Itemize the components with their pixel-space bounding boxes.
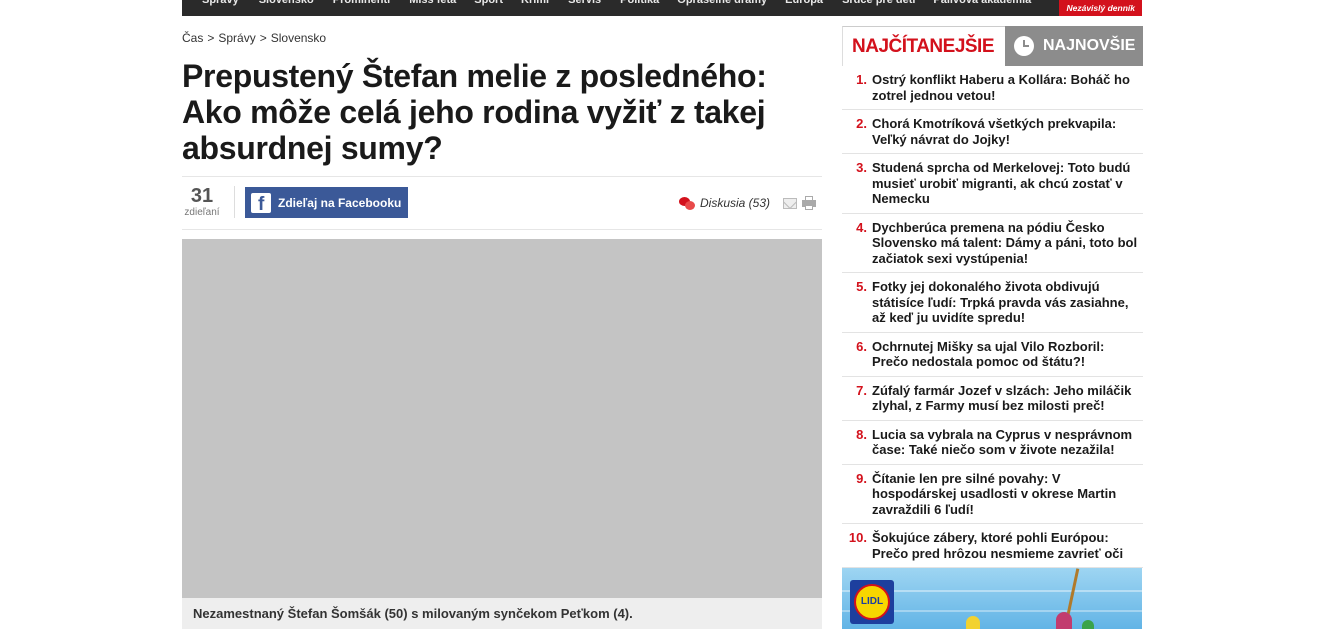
- sidebar: NAJČÍTANEJŠIE NAJNOVŠIE 1. Ostrý konflikt…: [842, 26, 1143, 568]
- list-item-title[interactable]: Fotky jej dokonalého života obdivujú stá…: [872, 279, 1143, 326]
- list-item[interactable]: 6. Ochrnutej Mišky sa ujal Vilo Rozboril:…: [842, 333, 1143, 377]
- nav-item-miss-feta[interactable]: Miss feta: [409, 0, 456, 8]
- list-item[interactable]: 7. Zúfalý farmár Jozef v slzách: Jeho mil…: [842, 377, 1143, 421]
- breadcrumb: Čas > Správy > Slovensko: [182, 31, 326, 45]
- list-item-number: 4.: [856, 219, 867, 235]
- mail-icon[interactable]: [783, 198, 797, 209]
- list-item[interactable]: 10. Šokujúce zábery, ktoré pohli Európou:…: [842, 524, 1143, 568]
- discussion-label: Diskusia (53): [700, 196, 771, 210]
- facebook-share-label: Zdieľaj na Facebooku: [278, 195, 402, 210]
- nav-item-krimi[interactable]: Krimi: [521, 0, 549, 8]
- tab-newest-label: NAJNOVŠIE: [1043, 37, 1136, 54]
- list-item[interactable]: 3. Studená sprcha od Merkelovej: Toto bud…: [842, 154, 1143, 214]
- list-item-number: 9.: [856, 470, 867, 486]
- list-item[interactable]: 9. Čítanie len pre silné povahy: V hospod…: [842, 465, 1143, 524]
- list-item-title[interactable]: Dychberúca premena na pódiu Česko Sloven…: [872, 220, 1143, 267]
- list-item[interactable]: 8. Lucia sa vybrala na Cyprus v nesprávno…: [842, 421, 1143, 465]
- most-read-list: 1. Ostrý konflikt Haberu a Kollára: Boháč…: [842, 66, 1143, 568]
- breadcrumb-item-spravy[interactable]: Správy: [218, 31, 255, 45]
- nav-item-srdce-pre-deti[interactable]: Srdce pre deti: [842, 0, 915, 8]
- nav-item-europa[interactable]: Európa: [785, 0, 823, 8]
- chat-bubble-icon: [679, 196, 695, 210]
- figure-decoration: [966, 616, 980, 629]
- share-count-label: zdieľaní: [184, 207, 220, 218]
- share-count-number: 31: [190, 185, 214, 207]
- nav-item-servis[interactable]: Servis: [568, 0, 601, 8]
- nav-item-palivova-akademia[interactable]: Palivová akadémia: [933, 0, 1031, 8]
- list-item-number: 1.: [856, 72, 867, 87]
- list-item-number: 6.: [856, 338, 867, 354]
- facebook-share-button[interactable]: f Zdieľaj na Facebooku: [245, 187, 408, 218]
- lidl-logo: LIDL: [850, 580, 894, 624]
- breadcrumb-separator: >: [259, 31, 267, 45]
- independent-daily-badge[interactable]: Nezávislý denník: [1059, 0, 1142, 16]
- list-item[interactable]: 2. Chorá Kmotríková všetkých prekvapila: …: [842, 110, 1143, 154]
- share-bar: 31 zdieľaní f Zdieľaj na Facebooku Disku…: [182, 176, 822, 230]
- breadcrumb-item-cas[interactable]: Čas: [182, 31, 203, 45]
- print-icon[interactable]: [802, 196, 816, 210]
- facebook-icon: f: [251, 192, 271, 215]
- list-item-title[interactable]: Studená sprcha od Merkelovej: Toto budú …: [872, 160, 1143, 207]
- list-item-title[interactable]: Ostrý konflikt Haberu a Kollára: Boháč h…: [872, 72, 1143, 103]
- tab-newest[interactable]: NAJNOVŠIE: [1005, 26, 1143, 66]
- sidebar-tabs: NAJČÍTANEJŠIE NAJNOVŠIE: [842, 26, 1143, 66]
- list-item-title[interactable]: Zúfalý farmár Jozef v slzách: Jeho miláč…: [872, 383, 1143, 414]
- top-nav: Správy Slovensko Prominenti Miss feta Šp…: [182, 0, 1031, 8]
- image-caption: Nezamestnaný Štefan Šomšák (50) s milova…: [182, 598, 822, 629]
- list-item-number: 3.: [856, 160, 867, 175]
- nav-item-sport[interactable]: Šport: [474, 0, 503, 8]
- article-title: Prepustený Štefan melie z posledného: Ak…: [182, 58, 767, 166]
- list-item-number: 10.: [848, 530, 867, 545]
- nav-item-opraselne-dramy[interactable]: Opraselné drámy: [677, 0, 767, 8]
- list-item-number: 5.: [856, 279, 867, 294]
- lidl-ad-banner[interactable]: LIDL: [842, 568, 1142, 629]
- tab-most-read[interactable]: NAJČÍTANEJŠIE: [842, 26, 1005, 66]
- list-item-title[interactable]: Chorá Kmotríková všetkých prekvapila: Ve…: [872, 116, 1143, 147]
- share-count: 31 zdieľaní: [182, 185, 222, 219]
- list-item-title[interactable]: Lucia sa vybrala na Cyprus v nesprávnom …: [872, 427, 1143, 458]
- list-item-title[interactable]: Šokujúce zábery, ktoré pohli Európou: Pr…: [872, 530, 1143, 561]
- nav-item-slovensko[interactable]: Slovensko: [259, 0, 314, 8]
- nav-item-politika[interactable]: Politika: [620, 0, 659, 8]
- list-item[interactable]: 4. Dychberúca premena na pódiu Česko Slov…: [842, 214, 1143, 273]
- breadcrumb-separator: >: [207, 31, 215, 45]
- nav-item-prominenti[interactable]: Prominenti: [333, 0, 390, 8]
- list-item-number: 2.: [856, 116, 867, 131]
- divider: [234, 186, 235, 218]
- breadcrumb-item-slovensko[interactable]: Slovensko: [271, 31, 326, 45]
- list-item-title[interactable]: Ochrnutej Mišky sa ujal Vilo Rozboril: P…: [872, 339, 1143, 370]
- clock-icon: [1014, 36, 1034, 56]
- article-image: [182, 239, 822, 598]
- list-item[interactable]: 5. Fotky jej dokonalého života obdivujú s…: [842, 273, 1143, 333]
- top-nav-bar: Správy Slovensko Prominenti Miss feta Šp…: [182, 0, 1142, 16]
- list-item-title[interactable]: Čítanie len pre silné povahy: V hospodár…: [872, 471, 1143, 518]
- list-item[interactable]: 1. Ostrý konflikt Haberu a Kollára: Boháč…: [842, 66, 1143, 110]
- nav-item-spravy[interactable]: Správy: [202, 0, 239, 8]
- list-item-number: 7.: [856, 382, 867, 398]
- figure-decoration: [1056, 612, 1072, 629]
- figure-decoration: [1082, 620, 1094, 629]
- list-item-number: 8.: [856, 426, 867, 442]
- discussion-link[interactable]: Diskusia (53): [679, 196, 770, 210]
